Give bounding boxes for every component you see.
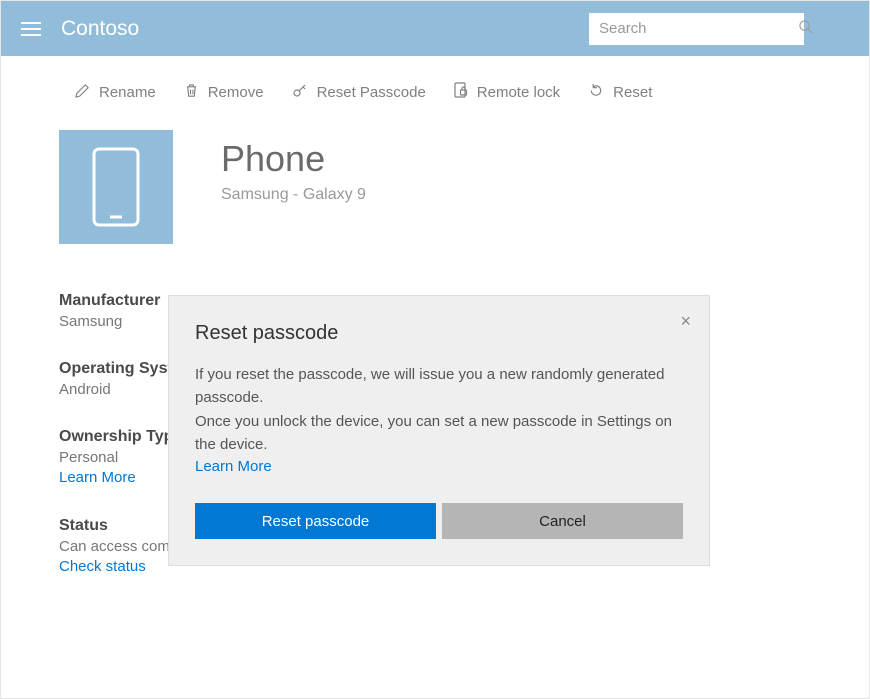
search-input[interactable] xyxy=(599,20,798,37)
lock-device-icon xyxy=(454,82,468,102)
reset-passcode-dialog: × Reset passcode If you reset the passco… xyxy=(168,295,710,566)
reset-passcode-button[interactable]: Reset Passcode xyxy=(292,82,426,102)
device-title-block: Phone Samsung - Galaxy 9 xyxy=(221,130,366,204)
reset-button[interactable]: Reset xyxy=(588,83,652,102)
search-box[interactable] xyxy=(589,13,804,45)
remove-button[interactable]: Remove xyxy=(184,83,264,102)
remote-lock-button[interactable]: Remote lock xyxy=(454,82,560,102)
dialog-learn-more-link[interactable]: Learn More xyxy=(195,458,272,475)
device-icon xyxy=(59,130,173,244)
dialog-title: Reset passcode xyxy=(195,322,683,345)
toolbar-label: Reset xyxy=(613,84,652,101)
toolbar-label: Rename xyxy=(99,84,156,101)
dialog-body: If you reset the passcode, we will issue… xyxy=(195,363,683,456)
device-subtitle: Samsung - Galaxy 9 xyxy=(221,186,366,204)
device-name: Phone xyxy=(221,138,366,180)
dialog-text-1: If you reset the passcode, we will issue… xyxy=(195,366,664,406)
close-icon[interactable]: × xyxy=(680,312,691,330)
app-header: Contoso xyxy=(1,1,869,56)
learn-more-link[interactable]: Learn More xyxy=(59,469,136,486)
reset-icon xyxy=(588,83,604,102)
hamburger-menu-icon[interactable] xyxy=(21,22,41,36)
header-left: Contoso xyxy=(21,17,139,41)
brand-title: Contoso xyxy=(61,17,139,41)
pencil-icon xyxy=(75,83,90,102)
rename-button[interactable]: Rename xyxy=(75,83,156,102)
check-status-link[interactable]: Check status xyxy=(59,558,146,575)
reset-passcode-confirm-button[interactable]: Reset passcode xyxy=(195,503,436,539)
dialog-buttons: Reset passcode Cancel xyxy=(195,503,683,539)
dialog-text-2: Once you unlock the device, you can set … xyxy=(195,413,672,453)
toolbar-label: Reset Passcode xyxy=(317,84,426,101)
cancel-button[interactable]: Cancel xyxy=(442,503,683,539)
device-header: Phone Samsung - Galaxy 9 xyxy=(59,130,811,244)
trash-icon xyxy=(184,83,199,102)
toolbar: Rename Remove Reset Passcode Remote lock… xyxy=(1,56,869,122)
toolbar-label: Remote lock xyxy=(477,84,560,101)
key-icon xyxy=(292,82,308,102)
toolbar-label: Remove xyxy=(208,84,264,101)
search-icon[interactable] xyxy=(798,19,813,39)
